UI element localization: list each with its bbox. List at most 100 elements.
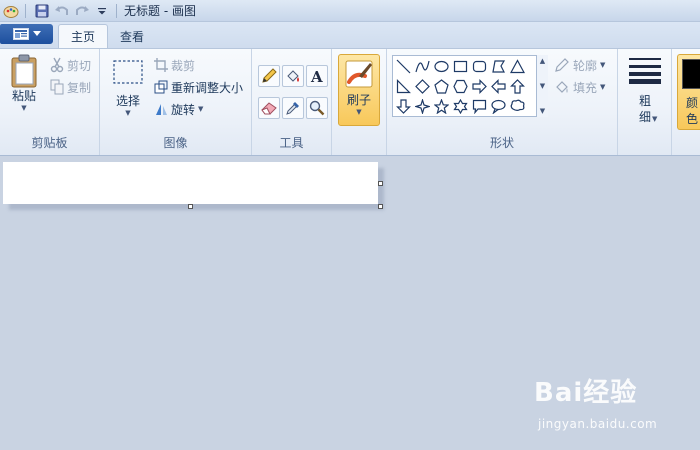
right-arrow-icon bbox=[472, 79, 487, 94]
watermark-main: Bai经验 bbox=[534, 378, 638, 408]
resize-button[interactable]: 重新调整大小 bbox=[154, 77, 243, 97]
left-arrow-icon bbox=[491, 79, 506, 94]
pentagon-shape[interactable] bbox=[432, 77, 451, 96]
tools-group: A 工具 bbox=[252, 49, 332, 155]
line-shape[interactable] bbox=[394, 57, 413, 76]
pentagon-icon bbox=[434, 79, 449, 94]
resize-handle-right[interactable] bbox=[378, 181, 383, 186]
eraser-tool[interactable] bbox=[258, 97, 280, 119]
shapes-gallery[interactable] bbox=[392, 55, 548, 117]
text-icon: A bbox=[310, 68, 323, 84]
down-arrow-icon bbox=[396, 99, 411, 114]
color1-label: 颜色 bbox=[686, 96, 699, 126]
eyedropper-icon bbox=[286, 102, 299, 115]
dropdown-arrow-icon: ▼ bbox=[600, 83, 606, 91]
fill-button[interactable]: 填充 ▼ bbox=[554, 77, 605, 97]
window-title: 无标题 - 画图 bbox=[124, 4, 196, 18]
copy-label: 复制 bbox=[67, 80, 92, 95]
cut-button[interactable]: 剪切 bbox=[50, 55, 91, 75]
copy-button[interactable]: 复制 bbox=[50, 77, 91, 97]
brushes-button[interactable]: 刷子 ▼ bbox=[338, 54, 380, 126]
resize-handle-bottom[interactable] bbox=[188, 204, 193, 209]
four-point-star-shape[interactable] bbox=[413, 97, 432, 116]
magnifier-icon bbox=[309, 100, 325, 116]
left-arrow-shape[interactable] bbox=[489, 77, 508, 96]
rect-callout-shape[interactable] bbox=[470, 97, 489, 116]
clipboard-icon bbox=[11, 54, 37, 88]
polygon-shape[interactable] bbox=[489, 57, 508, 76]
hexagon-shape[interactable] bbox=[451, 77, 470, 96]
right-triangle-shape[interactable] bbox=[394, 77, 413, 96]
tab-home[interactable]: 主页 bbox=[58, 24, 109, 48]
rectangle-shape[interactable] bbox=[451, 57, 470, 76]
clipboard-group: 粘贴 ▼ 剪切 复制 剪贴板 bbox=[0, 49, 100, 155]
clipboard-group-label: 剪贴板 bbox=[31, 136, 68, 150]
curve-icon bbox=[415, 60, 430, 73]
copy-icon bbox=[50, 79, 64, 95]
tab-view[interactable]: 查看 bbox=[108, 24, 156, 48]
redo-icon[interactable] bbox=[73, 2, 91, 20]
oval-callout-icon bbox=[491, 99, 506, 114]
scroll-up-icon[interactable]: ▲ bbox=[540, 57, 545, 65]
dropdown-arrow-icon: ▼ bbox=[198, 105, 204, 113]
customize-toolbar-icon[interactable] bbox=[93, 2, 111, 20]
paint-menu-button[interactable] bbox=[0, 24, 53, 44]
pencil-tool[interactable] bbox=[258, 65, 280, 87]
size-button[interactable]: 粗 细 bbox=[626, 57, 664, 125]
text-tool[interactable]: A bbox=[306, 65, 328, 87]
rotate-icon bbox=[156, 104, 167, 115]
crop-button[interactable]: 裁剪 bbox=[154, 55, 195, 75]
gallery-expand-icon[interactable]: ▼ bbox=[540, 107, 545, 115]
baidu-watermark: Bai经验 jingyan.baidu.com bbox=[534, 372, 657, 431]
save-icon[interactable] bbox=[33, 2, 51, 20]
triangle-shape[interactable] bbox=[508, 57, 527, 76]
paint-app-icon[interactable] bbox=[2, 2, 20, 20]
shapes-gallery-scrollbar[interactable]: ▲ ▼ ▼ bbox=[536, 55, 548, 117]
title-bar: 无标题 - 画图 bbox=[0, 0, 700, 22]
rotate-button[interactable]: 旋转 ▼ bbox=[154, 99, 203, 119]
color1-swatch bbox=[682, 59, 700, 89]
five-point-star-shape[interactable] bbox=[432, 97, 451, 116]
oval-callout-shape[interactable] bbox=[489, 97, 508, 116]
cloud-callout-shape[interactable] bbox=[508, 97, 527, 116]
eraser-icon bbox=[261, 102, 277, 115]
oval-shape[interactable] bbox=[432, 57, 451, 76]
shapes-group-label: 形状 bbox=[489, 136, 514, 150]
resize-handle-corner[interactable] bbox=[378, 204, 383, 209]
rect-callout-icon bbox=[472, 99, 487, 114]
undo-icon[interactable] bbox=[53, 2, 71, 20]
dropdown-arrow-icon: ▼ bbox=[125, 109, 131, 117]
up-arrow-icon bbox=[510, 79, 525, 94]
pencil-icon bbox=[262, 68, 277, 83]
ribbon: 粘贴 ▼ 剪切 复制 剪贴板 选择 ▼ 裁剪 重新调整大小 旋转 ▼ 图像 A … bbox=[0, 48, 700, 156]
line-width-icon bbox=[629, 58, 661, 84]
diamond-shape[interactable] bbox=[413, 77, 432, 96]
paint-bucket-icon bbox=[287, 70, 299, 82]
image-group-label: 图像 bbox=[163, 136, 188, 150]
down-arrow-shape[interactable] bbox=[394, 97, 413, 116]
up-arrow-shape[interactable] bbox=[508, 77, 527, 96]
cloud-callout-icon bbox=[510, 99, 525, 111]
resize-icon bbox=[154, 80, 168, 94]
chevron-down-icon bbox=[32, 31, 41, 36]
line-icon bbox=[396, 59, 411, 74]
color-picker-tool[interactable] bbox=[282, 97, 304, 119]
rotate-label: 旋转 bbox=[171, 102, 196, 117]
right-arrow-shape[interactable] bbox=[470, 77, 489, 96]
select-button[interactable]: 选择 ▼ bbox=[110, 59, 146, 117]
size-label-line1: 粗 bbox=[638, 94, 651, 108]
rounded-rectangle-shape[interactable] bbox=[470, 57, 489, 76]
drawing-canvas[interactable] bbox=[3, 162, 378, 204]
svg-text:A: A bbox=[310, 68, 323, 84]
scroll-down-icon[interactable]: ▼ bbox=[540, 82, 545, 90]
outline-button[interactable]: 轮廓 ▼ bbox=[554, 55, 605, 75]
color1-button[interactable]: 颜色 bbox=[677, 54, 700, 130]
magnifier-tool[interactable] bbox=[306, 97, 328, 119]
fill-tool[interactable] bbox=[282, 65, 304, 87]
menu-icon bbox=[12, 28, 29, 40]
curve-shape[interactable] bbox=[413, 57, 432, 76]
paste-button[interactable]: 粘贴 ▼ bbox=[6, 54, 42, 112]
polygon-icon bbox=[492, 60, 506, 73]
fill-label: 填充 bbox=[573, 80, 598, 95]
six-point-star-shape[interactable] bbox=[451, 97, 470, 116]
